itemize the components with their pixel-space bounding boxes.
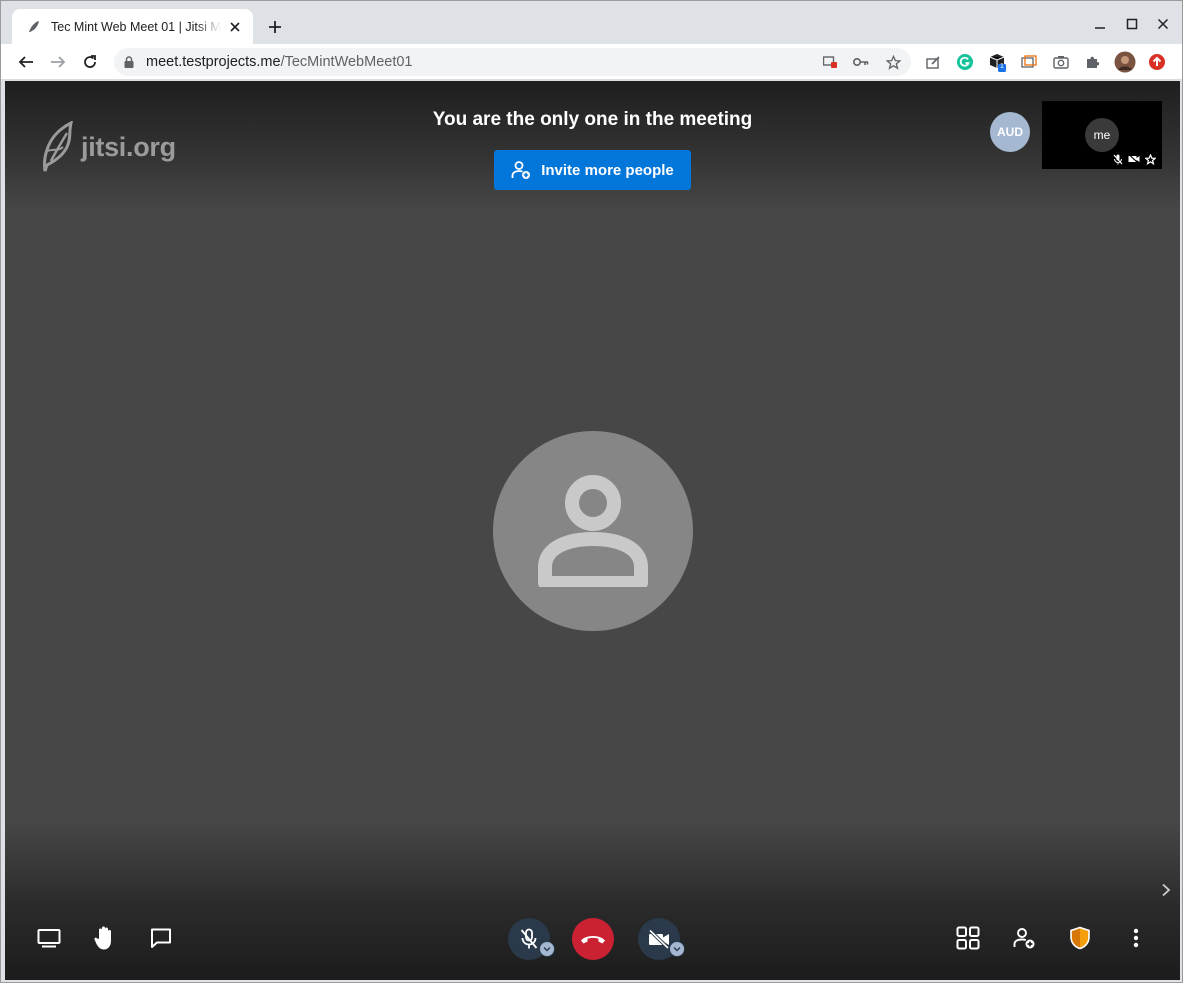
url-host: meet.testprojects.me [146, 54, 281, 70]
reload-icon[interactable] [78, 50, 102, 74]
browser-window: Tec Mint Web Meet 01 | Jitsi Meet meet.t… [0, 0, 1183, 983]
invite-label: Invite more people [541, 161, 674, 179]
security-shield-icon [1069, 926, 1091, 950]
grammarly-icon[interactable] [954, 51, 976, 73]
raise-hand-button[interactable] [85, 918, 125, 958]
tab-strip: Tec Mint Web Meet 01 | Jitsi Meet [1, 1, 1182, 44]
meeting-stage: jitsi.org You are the only one in the me… [5, 81, 1180, 980]
chat-icon [150, 927, 172, 949]
jitsi-favicon-icon [26, 19, 42, 35]
invite-people-button[interactable] [1004, 918, 1044, 958]
hangup-button[interactable] [572, 918, 614, 960]
hangup-icon [580, 933, 606, 945]
invite-icon [1013, 927, 1035, 949]
video-options-chevron-icon[interactable] [669, 941, 685, 957]
profile-avatar-icon[interactable] [1114, 51, 1136, 73]
audio-options-chevron-icon[interactable] [539, 941, 555, 957]
invite-more-people-button[interactable]: Invite more people [494, 150, 691, 190]
package-extension-icon[interactable]: 1 [986, 51, 1008, 73]
browser-toolbar: meet.testprojects.me/TecMintWebMeet01 1 [1, 44, 1182, 80]
minimize-icon[interactable] [1089, 13, 1111, 35]
share-screen-button[interactable] [29, 918, 69, 958]
blocked-popup-icon[interactable] [820, 52, 840, 72]
url-text: meet.testprojects.me/TecMintWebMeet01 [146, 54, 412, 70]
person-icon [537, 475, 649, 587]
extensions-puzzle-icon[interactable] [1082, 51, 1104, 73]
close-window-icon[interactable] [1152, 13, 1174, 35]
thumbnail-status-icons [1112, 153, 1156, 165]
show-filmstrip-chevron-icon[interactable] [1157, 881, 1175, 899]
local-participant-name: me [1085, 118, 1119, 152]
tab-title: Tec Mint Web Meet 01 | Jitsi Meet [51, 19, 221, 34]
edit-extension-icon[interactable] [922, 51, 944, 73]
new-tab-button[interactable] [263, 15, 287, 39]
url-path: /TecMintWebMeet01 [280, 54, 413, 70]
security-options-button[interactable] [1060, 918, 1100, 958]
desktop-share-icon [37, 928, 61, 948]
more-actions-button[interactable] [1116, 918, 1156, 958]
maximize-icon[interactable] [1121, 13, 1143, 35]
key-icon[interactable] [851, 52, 871, 72]
tile-view-button[interactable] [948, 918, 988, 958]
thumb-camera-off-icon [1128, 153, 1140, 165]
update-available-icon[interactable] [1146, 51, 1168, 73]
audio-participant-avatar[interactable]: AUD [990, 112, 1030, 152]
bookmark-star-icon[interactable] [883, 52, 903, 72]
tile-view-icon [956, 926, 980, 950]
logo-text: jitsi.org [81, 131, 176, 162]
lock-icon [124, 56, 134, 68]
camera-extension-icon[interactable] [1050, 51, 1072, 73]
add-person-icon [511, 160, 541, 180]
default-avatar [493, 431, 693, 631]
tab-manager-icon[interactable] [1018, 51, 1040, 73]
raise-hand-icon [93, 925, 117, 951]
microphone-muted-icon [519, 928, 539, 950]
local-video-thumbnail[interactable]: me [1042, 101, 1162, 169]
more-icon [1133, 928, 1139, 948]
chat-button[interactable] [141, 918, 181, 958]
camera-off-icon [647, 929, 671, 949]
browser-tab[interactable]: Tec Mint Web Meet 01 | Jitsi Meet [12, 9, 253, 44]
back-icon[interactable] [14, 50, 38, 74]
thumb-mic-muted-icon [1112, 153, 1124, 165]
address-bar[interactable]: meet.testprojects.me/TecMintWebMeet01 [114, 48, 911, 76]
forward-icon[interactable] [46, 50, 70, 74]
thumb-star-icon [1144, 153, 1156, 165]
close-tab-icon[interactable] [227, 19, 243, 35]
extension-badge: 1 [1000, 63, 1004, 70]
